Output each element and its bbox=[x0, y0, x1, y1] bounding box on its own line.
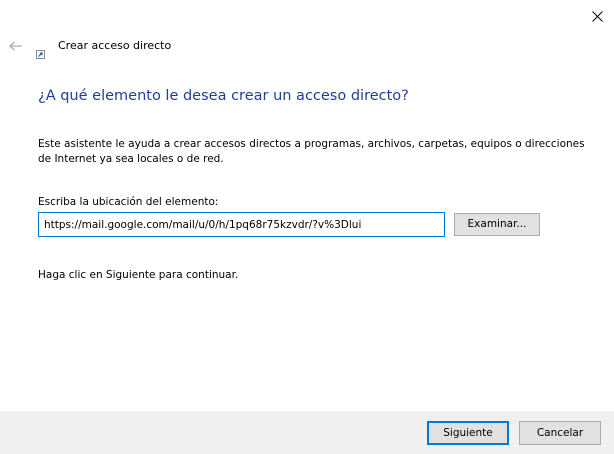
page-heading: ¿A qué elemento le desea crear un acceso… bbox=[38, 88, 409, 104]
button-bar: Siguiente Cancelar bbox=[0, 411, 614, 454]
location-input[interactable] bbox=[38, 212, 445, 237]
next-button[interactable]: Siguiente bbox=[427, 421, 509, 445]
close-button[interactable] bbox=[582, 2, 612, 30]
browse-button[interactable]: Examinar... bbox=[454, 213, 540, 236]
wizard-description: Este asistente le ayuda a crear accesos … bbox=[38, 138, 585, 165]
back-button[interactable] bbox=[6, 36, 26, 54]
create-shortcut-dialog: Crear acceso directo ¿A qué elemento le … bbox=[0, 0, 614, 454]
window-title: Crear acceso directo bbox=[58, 39, 172, 52]
close-icon bbox=[591, 7, 603, 26]
continue-hint: Haga clic en Siguiente para continuar. bbox=[38, 269, 239, 281]
back-arrow-icon bbox=[9, 36, 23, 55]
shortcut-icon bbox=[36, 44, 45, 59]
location-label: Escriba la ubicación del elemento: bbox=[38, 196, 219, 208]
cancel-button[interactable]: Cancelar bbox=[519, 421, 601, 445]
